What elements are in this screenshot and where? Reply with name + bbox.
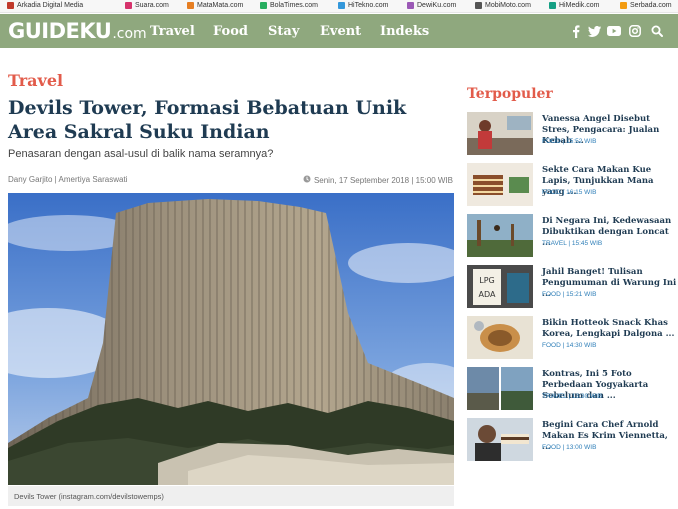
network-item-label: MataMata.com xyxy=(197,2,244,9)
svg-text:ADA: ADA xyxy=(479,290,496,299)
brand-name: GUIDEKU xyxy=(8,19,112,43)
bolatimes-logo-icon xyxy=(260,2,267,9)
nav-link-event[interactable]: Event xyxy=(320,24,361,39)
network-item-label: Serbada.com xyxy=(630,2,672,9)
network-item-hitekno[interactable]: HiTekno.com xyxy=(338,2,388,9)
article-title: Devils Tower, Formasi Bebatuan Unik Area… xyxy=(8,97,407,143)
popular-item[interactable]: Bikin Hotteok Snack Khas Korea, Lengkapi… xyxy=(467,316,674,362)
image-caption: Devils Tower (instagram.com/devilstowemp… xyxy=(14,492,164,501)
svg-text:LPG: LPG xyxy=(479,276,494,285)
popular-thumbnail[interactable] xyxy=(467,316,533,359)
matamata-logo-icon xyxy=(187,2,194,9)
popular-thumbnail[interactable] xyxy=(467,214,533,257)
popular-item[interactable]: Kontras, Ini 5 Foto Perbedaan Yogyakarta… xyxy=(467,367,672,413)
nav-link-stay[interactable]: Stay xyxy=(268,24,299,39)
twitter-icon[interactable] xyxy=(587,24,601,38)
network-item-label: MobiMoto.com xyxy=(485,2,531,9)
site-logo[interactable]: GUIDEKU .com xyxy=(8,19,147,43)
network-item-label: HiMedik.com xyxy=(559,2,600,9)
nav-link-food[interactable]: Food xyxy=(213,24,248,39)
network-item-arkadia[interactable]: Arkadia Digital Media xyxy=(7,2,83,9)
brand-tld: .com xyxy=(112,26,147,42)
popular-meta: FOOD | 15:21 WIB xyxy=(542,291,597,298)
sidebar-title: Terpopuler xyxy=(467,86,553,102)
popular-meta: TRAVEL | 13:30 WIB xyxy=(542,393,603,400)
network-item-himedik[interactable]: HiMedik.com xyxy=(549,2,599,9)
himedik-logo-icon xyxy=(549,2,556,9)
network-item-label: Suara.com xyxy=(135,2,169,9)
popular-title[interactable]: Bikin Hotteok Snack Khas Korea, Lengkapi… xyxy=(542,318,677,340)
popular-meta: FOOD | 13:00 WIB xyxy=(542,444,597,451)
popular-item[interactable]: Sekte Cara Makan Kue Lapis, Tunjukkan Ma… xyxy=(467,163,672,209)
instagram-icon[interactable] xyxy=(628,24,642,38)
article-dateline: Senin, 17 September 2018 | 15:00 WIB xyxy=(303,175,453,185)
image-caption-bar: Devils Tower (instagram.com/devilstowemp… xyxy=(8,486,454,506)
popular-meta: FOOD | 15:52 WIB xyxy=(542,138,597,145)
search-icon[interactable] xyxy=(650,24,664,38)
nav-link-indeks[interactable]: Indeks xyxy=(380,24,429,39)
network-item-label: DewiKu.com xyxy=(417,2,457,9)
article-hero-image xyxy=(8,193,454,485)
network-item-label: BolaTimes.com xyxy=(270,2,318,9)
network-item-label: HiTekno.com xyxy=(348,2,389,9)
popular-thumbnail[interactable] xyxy=(467,367,533,410)
popular-meta: FOOD | 14:30 WIB xyxy=(542,342,597,349)
hitekno-logo-icon xyxy=(338,2,345,9)
facebook-icon[interactable] xyxy=(569,24,583,38)
popular-thumbnail[interactable] xyxy=(467,112,533,155)
youtube-icon[interactable] xyxy=(607,24,621,38)
network-item-matamata[interactable]: MataMata.com xyxy=(187,2,243,9)
popular-meta: FOOD | 16:15 WIB xyxy=(542,189,597,196)
network-item-serbada[interactable]: Serbada.com xyxy=(620,2,672,9)
dewiku-logo-icon xyxy=(407,2,414,9)
popular-item[interactable]: LPG ADA Jahil Banget! Tulisan Pengumuman … xyxy=(467,265,676,311)
popular-thumbnail[interactable] xyxy=(467,163,533,206)
main-navigation: GUIDEKU .com Travel Food Stay Event Inde… xyxy=(0,14,678,48)
network-item-label: Arkadia Digital Media xyxy=(17,2,84,9)
article-byline: Dany Garjito | Amertiya Saraswati xyxy=(8,175,128,184)
mobimoto-logo-icon xyxy=(475,2,482,9)
arkadia-logo-icon xyxy=(7,2,14,9)
article-subtitle: Penasaran dengan asal-usul di balik nama… xyxy=(8,148,274,160)
network-item-dewiku[interactable]: DewiKu.com xyxy=(407,2,456,9)
popular-item[interactable]: Begini Cara Chef Arnold Makan Es Krim Vi… xyxy=(467,418,672,464)
network-item-suara[interactable]: Suara.com xyxy=(125,2,169,9)
popular-thumbnail[interactable] xyxy=(467,418,533,461)
popular-thumbnail[interactable]: LPG ADA xyxy=(467,265,533,308)
popular-item[interactable]: Vanessa Angel Disebut Stres, Pengacara: … xyxy=(467,112,672,158)
popular-item[interactable]: Di Negara Ini, Kedewasaan Dibuktikan den… xyxy=(467,214,672,260)
article-section-label[interactable]: Travel xyxy=(8,71,63,90)
suara-logo-icon xyxy=(125,2,132,9)
serbada-logo-icon xyxy=(620,2,627,9)
network-item-bolatimes[interactable]: BolaTimes.com xyxy=(260,2,318,9)
article-date: Senin, 17 September 2018 | 15:00 WIB xyxy=(313,175,453,185)
network-item-mobimoto[interactable]: MobiMoto.com xyxy=(475,2,531,9)
clock-icon xyxy=(303,175,311,185)
popular-meta: TRAVEL | 15:45 WIB xyxy=(542,240,603,247)
nav-link-travel[interactable]: Travel xyxy=(150,24,195,39)
network-bar: Arkadia Digital Media Suara.com MataMata… xyxy=(0,0,678,13)
